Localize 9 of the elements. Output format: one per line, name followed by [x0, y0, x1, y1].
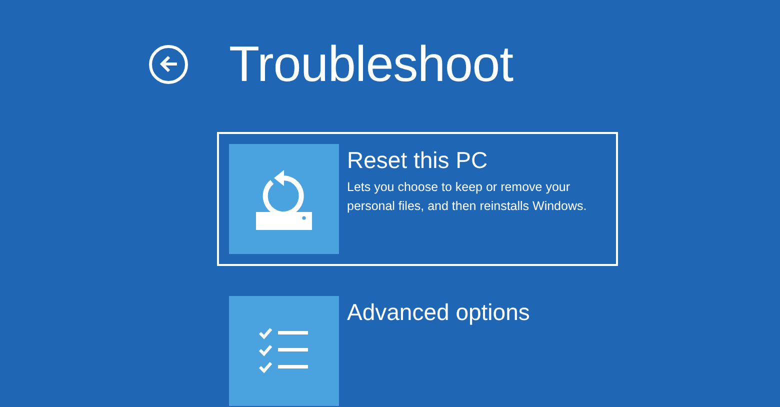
option-title: Reset this PC: [347, 146, 489, 174]
option-title: Advanced options: [347, 298, 530, 326]
checklist-icon: [258, 326, 310, 376]
option-description: Lets you choose to keep or remove your personal files, and then reinstalls Windows.: [347, 179, 588, 215]
option-tile[interactable]: Advanced options: [217, 284, 618, 407]
back-arrow-icon: [158, 55, 178, 73]
page-title: Troubleshoot: [229, 35, 513, 94]
back-button[interactable]: [149, 44, 188, 84]
option-tile[interactable]: Reset this PC Lets you choose to keep or remove your personal files, and then reinstalls Windows.: [217, 132, 618, 266]
